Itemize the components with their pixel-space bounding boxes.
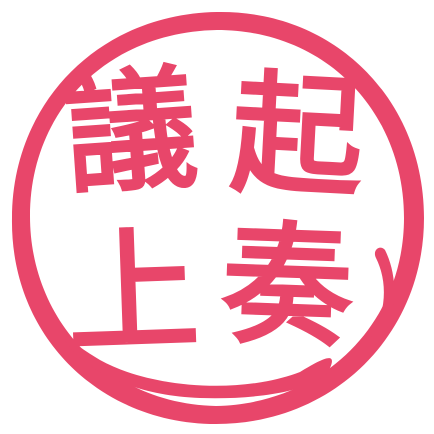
seal-character-top-left: 議 (59, 50, 203, 215)
seal-character-top-right: 起 (227, 55, 367, 218)
seal-stamp: 議 起 上 奏 (0, 0, 434, 434)
seal-character-bottom-left: 上 (64, 212, 202, 373)
seal-character-bottom-right: 奏 (218, 206, 356, 367)
